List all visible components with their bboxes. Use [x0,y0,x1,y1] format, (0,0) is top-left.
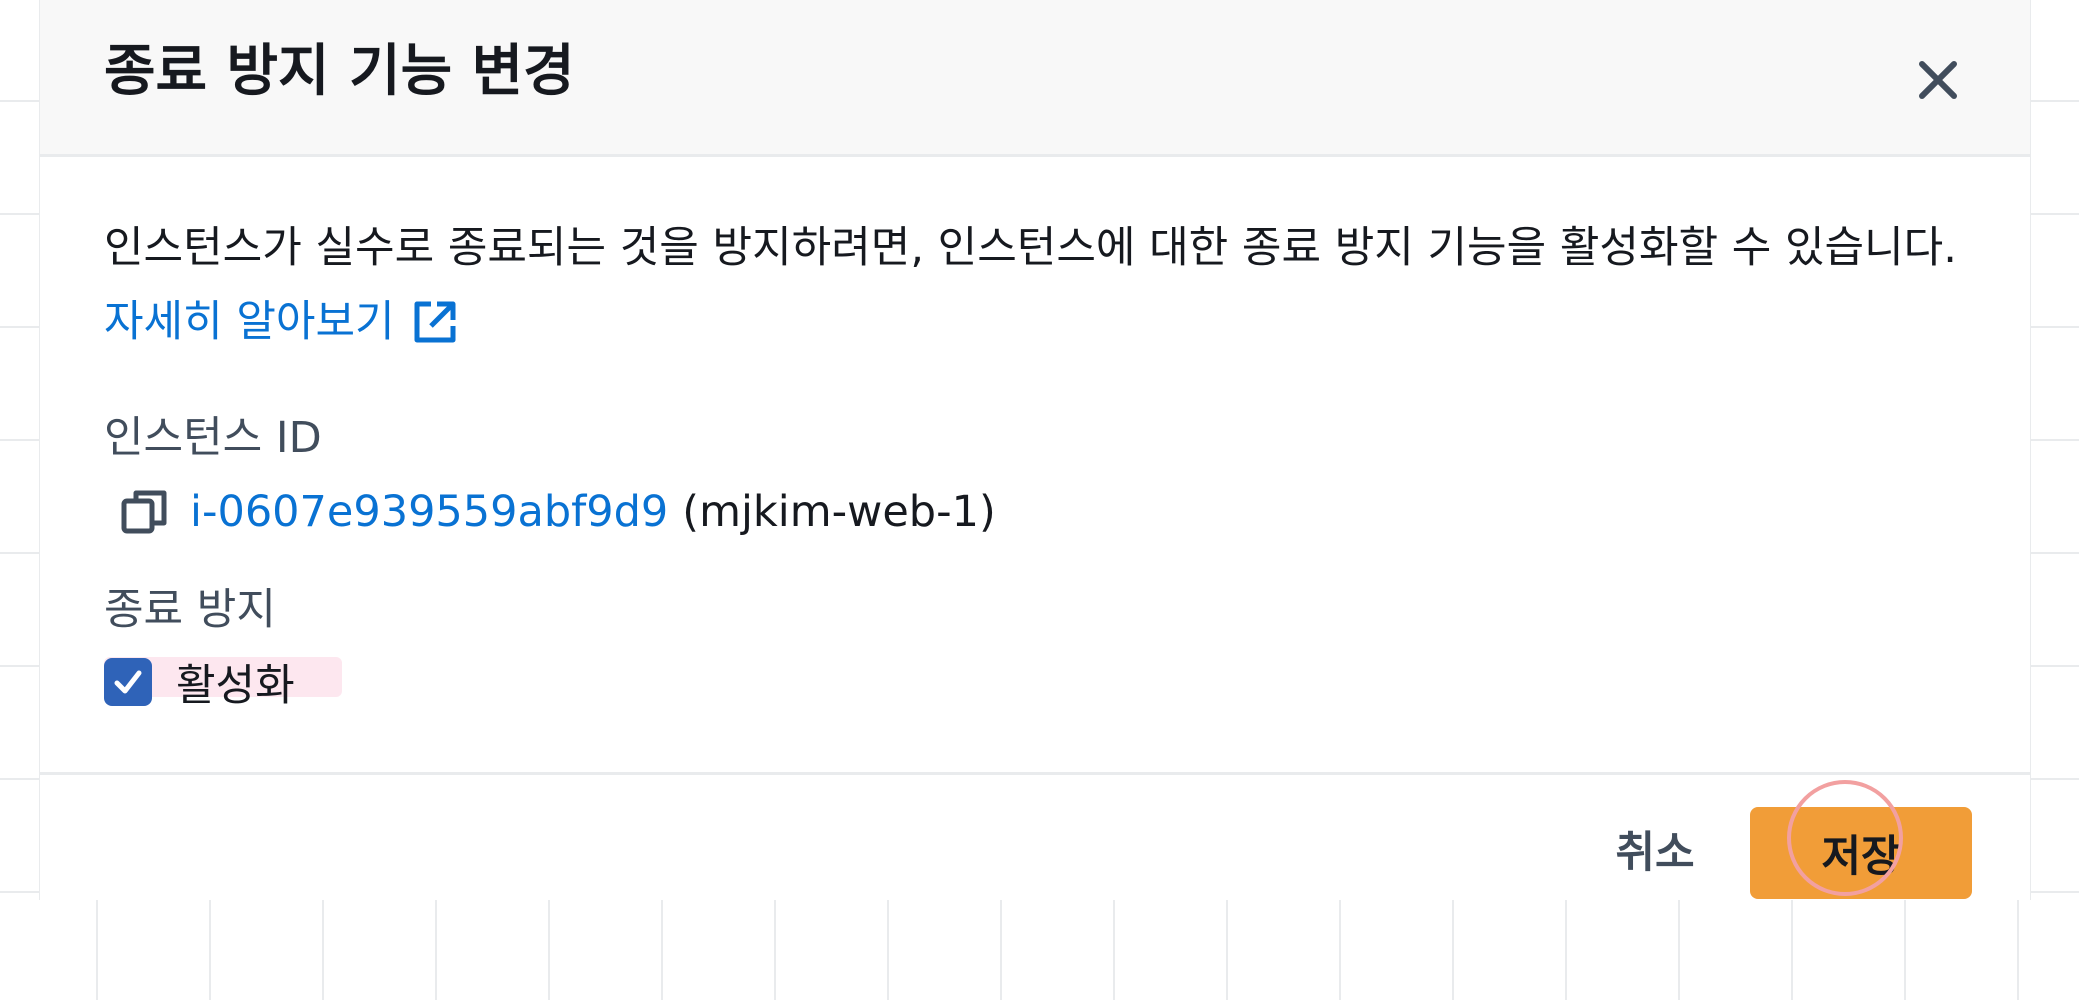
copy-icon[interactable] [120,487,170,537]
modal-title: 종료 방지 기능 변경 [104,39,575,104]
instance-id-label: 인스턴스 ID [104,413,322,463]
save-button[interactable]: 저장 [1750,807,1972,899]
enable-checkbox[interactable] [104,658,152,706]
termination-protection-label: 종료 방지 [104,585,276,635]
checkmark-icon [114,670,142,694]
instance-id-row: i-0607e939559abf9d9 (mjkim-web-1) [120,482,996,542]
learn-more-link[interactable]: 자세히 알아보기 [104,293,459,351]
instance-id-link[interactable]: i-0607e939559abf9d9 [190,487,668,537]
close-button[interactable] [1902,44,1974,116]
description-text: 인스턴스가 실수로 종료되는 것을 방지하려면, 인스턴스에 대한 종료 방지 … [104,223,1957,273]
cancel-button[interactable]: 취소 [1580,807,1730,891]
modal-footer: 취소 저장 [40,772,2030,900]
instance-name: (mjkim-web-1) [682,487,996,537]
modal-header: 종료 방지 기능 변경 [40,0,2030,157]
external-link-icon [414,301,456,343]
enable-checkbox-row[interactable]: 활성화 [104,651,342,713]
termination-protection-modal: 종료 방지 기능 변경 인스턴스가 실수로 종료되는 것을 방지하려면, 인스턴… [39,0,2031,900]
close-icon [1919,61,1957,99]
enable-checkbox-label: 활성화 [176,661,295,711]
modal-body: 인스턴스가 실수로 종료되는 것을 방지하려면, 인스턴스에 대한 종료 방지 … [40,157,2030,772]
learn-more-label: 자세히 알아보기 [104,297,395,347]
